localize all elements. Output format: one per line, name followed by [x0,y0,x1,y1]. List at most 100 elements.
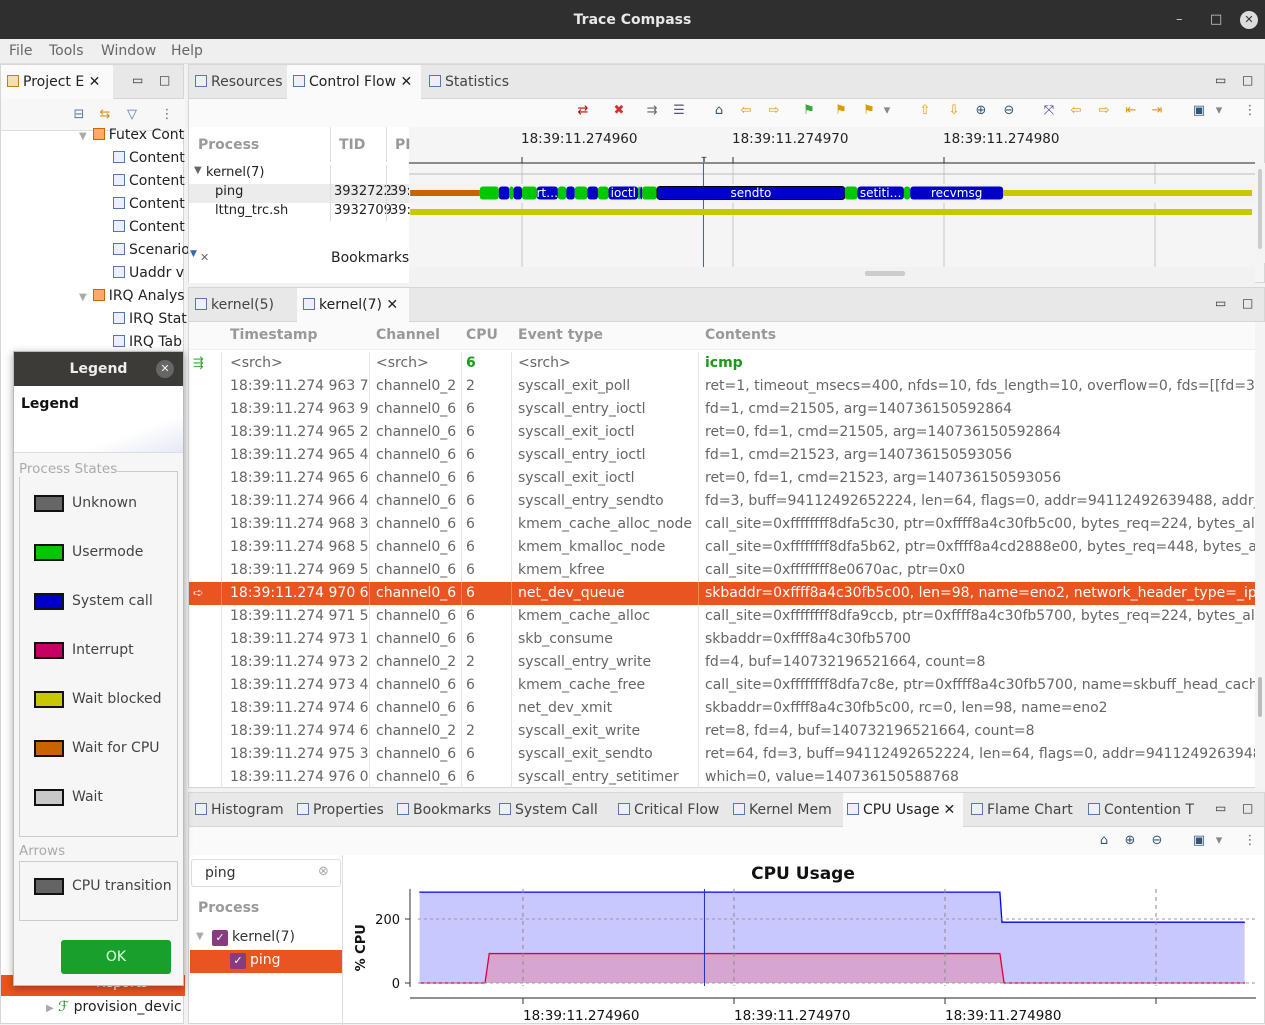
tab-critical-flow[interactable]: Critical Flow [614,793,726,827]
state-syscall[interactable] [566,186,575,200]
link-with-editor-icon[interactable]: ⇆ [97,107,113,123]
tab-bookmarks[interactable]: Bookmarks [393,793,493,827]
search-row[interactable]: ⇶ <srch> <srch> 6 <srch> icmp [189,352,1255,375]
table-row[interactable]: 18:39:11.274 973 418 channel0_6 6 kmem_cach… [189,674,1255,697]
checkbox-checked-icon[interactable]: ✓ [230,953,246,969]
pin-view-icon[interactable]: ▣ [1191,833,1207,849]
column-header-cpu[interactable]: CPU [466,327,498,343]
state-wait-cpu[interactable] [410,190,480,196]
filter-icon[interactable]: ▽ [124,107,140,123]
select-next-state-icon[interactable]: ⇥ [1149,103,1165,119]
state-usermode[interactable] [479,186,499,200]
close-dialog-icon[interactable]: ✕ [156,360,174,378]
tab-kernel-5[interactable]: kernel(5) [189,288,297,322]
close-button[interactable]: ✕ [1240,11,1258,29]
tab-contention-t[interactable]: Contention T [1084,793,1196,827]
previous-event-icon[interactable]: ⇦ [738,103,754,119]
minimize-view-icon[interactable]: ▭ [1215,801,1226,815]
next-event-icon[interactable]: ⇨ [766,103,782,119]
tree-row-kernel[interactable]: ▼ ✓ kernel(7) [190,927,342,950]
column-header-channel[interactable]: Channel [376,327,440,343]
previous-item-icon[interactable]: ⇧ [917,103,933,119]
state-usermode[interactable] [557,186,567,200]
cell-contents[interactable]: icmp [705,352,1255,375]
state-usermode[interactable] [642,186,658,200]
state-usermode[interactable] [522,186,537,200]
legend-swatch-wait[interactable] [34,789,64,806]
column-header-contents[interactable]: Contents [705,327,776,343]
previous-marker-icon[interactable]: ⚑ [833,103,849,119]
tree-item[interactable]: Content [113,196,185,212]
expand-arrow-icon[interactable]: ▼ [196,931,204,942]
vertical-scrollbar[interactable] [1255,322,1265,788]
follow-arrow-forward-icon[interactable]: ⇨ [1096,103,1112,119]
zoom-in-icon[interactable]: ⊕ [973,103,989,119]
cpu-usage-chart[interactable]: CPU Usage % CPU 0 200 18:39:11.274960 18:39:1… [343,855,1265,1025]
close-tab-icon[interactable]: ✕ [400,74,412,90]
menu-tools[interactable]: Tools [49,43,84,59]
scrollbar-thumb[interactable] [1258,677,1262,717]
hide-arrows-icon[interactable]: ⤧ [1041,103,1057,119]
state-wait-blocked[interactable] [410,209,1253,215]
legend-swatch-usermode[interactable] [34,544,64,561]
column-header-process[interactable]: Process [198,900,259,916]
minimize-button[interactable]: – [1176,0,1183,40]
state-usermode[interactable] [638,186,641,200]
table-row[interactable]: 18:39:11.274 976 020 channel0_6 6 syscall_e… [189,766,1255,788]
more-options-icon[interactable]: ⋮ [1242,833,1258,849]
reset-scale-icon[interactable]: ⌂ [1096,833,1112,849]
column-header-process[interactable]: Process [198,137,259,153]
more-options-icon[interactable]: ⋮ [1242,103,1258,119]
zoom-out-icon[interactable]: ⊖ [1001,103,1017,119]
show-columns-icon[interactable]: ☰ [671,103,687,119]
maximize-button[interactable]: □ [1210,0,1222,40]
cell-event-type[interactable]: <srch> [518,352,701,375]
state-syscall[interactable] [587,186,598,200]
tree-row-kernel[interactable]: ▼ kernel(7) [189,165,409,184]
table-row[interactable]: 18:39:11.274 973 292 channel0_2 2 syscall_e… [189,651,1255,674]
menu-help[interactable]: Help [171,43,203,59]
tab-resources[interactable]: Resources [189,65,287,99]
checkbox-checked-icon[interactable]: ✓ [212,930,228,946]
expand-arrow-icon[interactable]: ▶ [46,1003,54,1014]
tree-item[interactable]: Content [113,150,185,166]
table-row[interactable]: 18:39:11.274 974 682 channel0_2 2 syscall_e… [189,720,1255,743]
close-tab-icon[interactable]: ✕ [89,74,101,90]
bookmark-dropdown-icon[interactable]: ▼ [190,249,197,259]
time-graph[interactable]: 18:39:11.274960 18:39:11.274970 18:39:11.2… [409,127,1265,283]
horizontal-scrollbar[interactable] [409,267,1255,283]
menu-file[interactable]: File [9,43,32,59]
table-row[interactable]: 18:39:11.274 968 590 channel0_6 6 kmem_kmal… [189,536,1255,559]
column-header-timestamp[interactable]: Timestamp [230,327,318,343]
table-row[interactable]: 18:39:11.274 975 384 channel0_6 6 syscall_e… [189,743,1255,766]
marker-dropdown-icon[interactable]: ▾ [879,103,895,119]
tree-item[interactable]: Scenario [113,242,190,258]
next-marker-icon[interactable]: ⚑ [861,103,877,119]
state-syscall[interactable] [513,186,522,200]
state-usermode[interactable] [903,186,911,200]
expand-arrow-icon[interactable]: ▼ [194,165,202,176]
tree-row-ping[interactable]: ✓ ping [190,950,342,973]
state-usermode[interactable] [844,186,858,200]
tree-row-lttng[interactable]: lttng_trc.sh 3932709 39: [189,203,411,222]
tab-kernel-7[interactable]: kernel(7) ✕ [297,288,409,322]
ok-button[interactable]: OK [61,940,171,974]
follow-arrow-backward-icon[interactable]: ⇦ [1068,103,1084,119]
optimize-icon[interactable]: ⇉ [644,103,660,119]
tree-row-ping[interactable]: ping 3932722 39: [189,184,411,203]
reset-scale-icon[interactable]: ⌂ [711,103,727,119]
tree-item[interactable]: IRQ Tab [113,334,182,350]
legend-swatch-cpu-transition[interactable] [34,878,64,895]
zoom-out-icon[interactable]: ⊖ [1149,833,1165,849]
cell-channel[interactable]: <srch> [376,352,464,375]
scrollbar-thumb[interactable] [865,271,905,276]
next-item-icon[interactable]: ⇩ [946,103,962,119]
cell-cpu[interactable]: 6 [466,352,514,375]
maximize-view-icon[interactable]: □ [1242,296,1253,310]
collapse-all-icon[interactable]: ⊟ [71,107,87,123]
tree-item[interactable]: Content [113,173,185,189]
pin-view-icon[interactable]: ▣ [1191,103,1207,119]
maximize-view-icon[interactable]: □ [159,73,170,87]
legend-swatch-wait-blocked[interactable] [34,691,64,708]
legend-swatch-unknown[interactable] [34,495,64,512]
